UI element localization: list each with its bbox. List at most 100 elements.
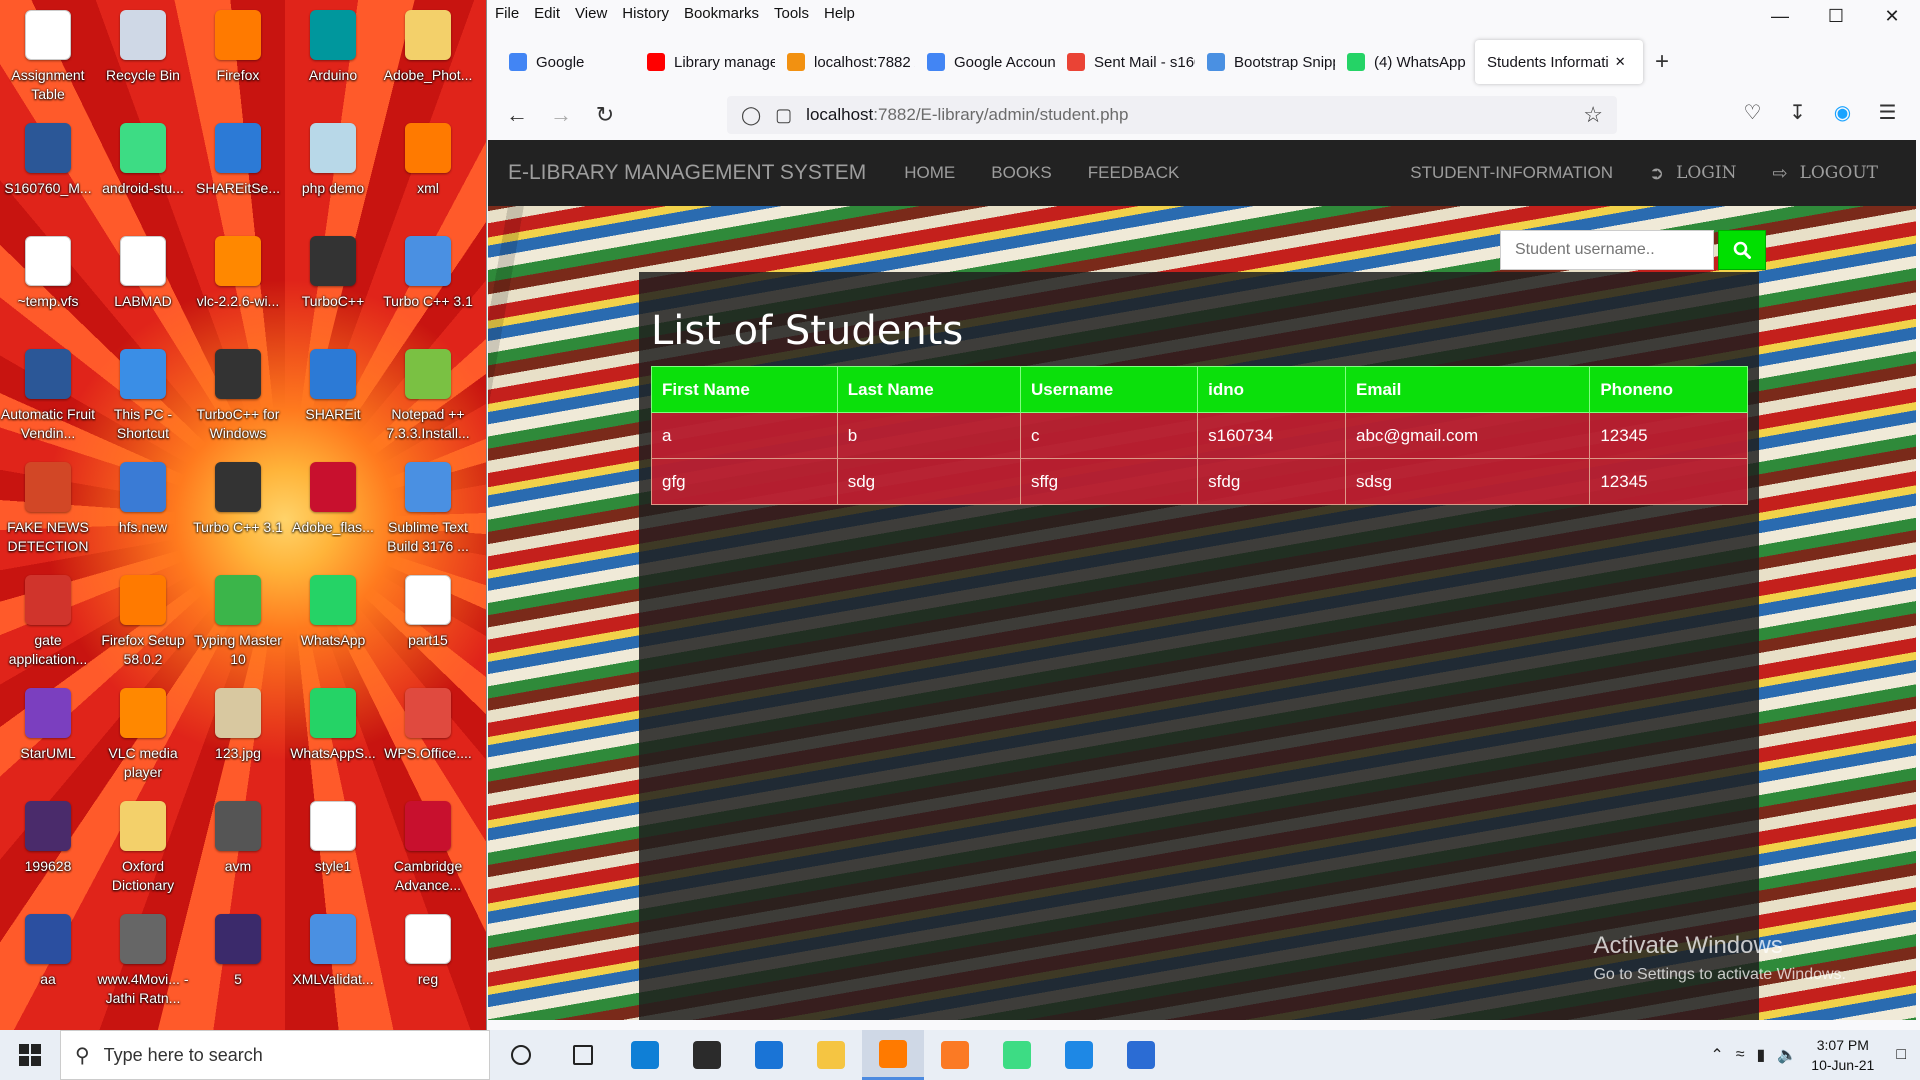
chevron-up-icon[interactable]: ⌃ xyxy=(1710,1045,1723,1065)
desktop-icon-28[interactable]: Typing Master 10 xyxy=(192,569,284,677)
tab-7[interactable]: (4) WhatsApp xyxy=(1335,40,1475,84)
nav-home[interactable]: HOME xyxy=(886,163,973,183)
taskbar-firefox[interactable] xyxy=(862,1030,924,1080)
notification-icon[interactable]: □ xyxy=(1896,1046,1906,1064)
taskbar-media[interactable] xyxy=(1048,1030,1110,1080)
desktop-icon-13[interactable]: vlc-2.2.6-wi... xyxy=(192,230,284,338)
desktop-icon-39[interactable]: style1 xyxy=(287,795,379,903)
tab-8[interactable]: Students Informati ✕ xyxy=(1475,40,1643,84)
desktop-icon-20[interactable]: Notepad ++ 7.3.3.Install... xyxy=(382,343,474,451)
bookmark-star-icon[interactable]: ☆ xyxy=(1583,102,1603,128)
taskbar-word-app[interactable] xyxy=(1110,1030,1172,1080)
desktop-icon-23[interactable]: Turbo C++ 3.1 xyxy=(192,456,284,564)
desktop-icon-42[interactable]: www.4Movi... - Jathi Ratn... xyxy=(97,908,189,1016)
desktop-icon-32[interactable]: VLC media player xyxy=(97,682,189,790)
extension-icon[interactable]: ◉ xyxy=(1820,100,1865,125)
pocket-icon[interactable]: ♡ xyxy=(1730,100,1775,125)
desktop-icon-11[interactable]: ~temp.vfs xyxy=(2,230,94,338)
forward-icon[interactable]: → xyxy=(539,97,583,133)
close-tab-icon[interactable]: ✕ xyxy=(1615,54,1626,70)
desktop-icon-37[interactable]: Oxford Dictionary xyxy=(97,795,189,903)
desktop-icon-40[interactable]: Cambridge Advance... xyxy=(382,795,474,903)
desktop-icon-21[interactable]: FAKE NEWS DETECTION xyxy=(2,456,94,564)
download-icon[interactable]: ↧ xyxy=(1775,100,1820,125)
tab-2[interactable]: Library managem xyxy=(635,40,775,84)
desktop-icon-38[interactable]: avm xyxy=(192,795,284,903)
taskbar-android-studio[interactable] xyxy=(986,1030,1048,1080)
desktop-icon-3[interactable]: Firefox xyxy=(192,4,284,112)
taskbar-edge[interactable] xyxy=(614,1030,676,1080)
menu-view[interactable]: View xyxy=(575,5,607,22)
menu-file[interactable]: File xyxy=(495,5,519,22)
volume-icon[interactable]: 🔈 xyxy=(1777,1045,1797,1065)
desktop-icon-30[interactable]: part15 xyxy=(382,569,474,677)
desktop-icon-19[interactable]: SHAREit xyxy=(287,343,379,451)
desktop-icon-41[interactable]: aa xyxy=(2,908,94,1016)
search-button[interactable] xyxy=(1718,230,1766,270)
menu-icon[interactable]: ☰ xyxy=(1865,100,1910,125)
desktop-icon-12[interactable]: LABMAD xyxy=(97,230,189,338)
back-icon[interactable]: ← xyxy=(495,97,539,133)
desktop-icon-44[interactable]: XMLValidat... xyxy=(287,908,379,1016)
taskbar-store[interactable] xyxy=(676,1030,738,1080)
desktop-icon-24[interactable]: Adobe_flas... xyxy=(287,456,379,564)
tab-4[interactable]: Google Account xyxy=(915,40,1055,84)
desktop-icon-18[interactable]: TurboC++ for Windows xyxy=(192,343,284,451)
menu-tools[interactable]: Tools xyxy=(774,5,809,22)
page-info-icon[interactable]: ▢ xyxy=(775,105,792,126)
desktop-icon-15[interactable]: Turbo C++ 3.1 xyxy=(382,230,474,338)
desktop-icon-14[interactable]: TurboC++ xyxy=(287,230,379,338)
taskbar-file-explorer[interactable] xyxy=(800,1030,862,1080)
site-brand[interactable]: E-LIBRARY MANAGEMENT SYSTEM xyxy=(508,161,866,185)
desktop-icon-8[interactable]: SHAREitSe... xyxy=(192,117,284,225)
desktop-icon-25[interactable]: Sublime Text Build 3176 ... xyxy=(382,456,474,564)
url-bar[interactable]: ◯ ▢ localhost:7882/E-library/admin/stude… xyxy=(727,96,1617,134)
minimize-icon[interactable]: — xyxy=(1752,0,1808,32)
desktop-icon-16[interactable]: Automatic Fruit Vendin... xyxy=(1,343,95,451)
wifi-icon[interactable]: ≈ xyxy=(1736,1046,1745,1064)
desktop-icon-33[interactable]: 123.jpg xyxy=(192,682,284,790)
menu-history[interactable]: History xyxy=(622,5,669,22)
maximize-icon[interactable]: ☐ xyxy=(1808,0,1864,32)
taskbar-search[interactable]: ⚲ Type here to search xyxy=(60,1030,490,1080)
desktop-icon-7[interactable]: android-stu... xyxy=(97,117,189,225)
desktop-icon-4[interactable]: Arduino xyxy=(287,4,379,112)
nav-student-information[interactable]: STUDENT-INFORMATION xyxy=(1392,163,1631,183)
tab-6[interactable]: Bootstrap Snippe xyxy=(1195,40,1335,84)
desktop-icon-26[interactable]: gate application... xyxy=(2,569,94,677)
desktop-icon-6[interactable]: S160760_M... xyxy=(2,117,94,225)
desktop-icon-34[interactable]: WhatsAppS... xyxy=(287,682,379,790)
tab-1[interactable]: Google xyxy=(497,40,635,84)
desktop-icon-9[interactable]: php demo xyxy=(287,117,379,225)
taskbar-xampp[interactable] xyxy=(924,1030,986,1080)
nav-books[interactable]: BOOKS xyxy=(973,163,1069,183)
taskbar-cortana[interactable] xyxy=(490,1030,552,1080)
desktop-icon-36[interactable]: 199628 xyxy=(2,795,94,903)
desktop-icon-17[interactable]: This PC - Shortcut xyxy=(97,343,189,451)
close-icon[interactable]: ✕ xyxy=(1864,0,1920,32)
start-button[interactable] xyxy=(0,1030,60,1080)
tab-5[interactable]: Sent Mail - s1607 xyxy=(1055,40,1195,84)
desktop-icon-43[interactable]: 5 xyxy=(192,908,284,1016)
menu-bookmarks[interactable]: Bookmarks xyxy=(684,5,759,22)
desktop-icon-31[interactable]: StarUML xyxy=(2,682,94,790)
tab-3[interactable]: localhost:7882 / 1 xyxy=(775,40,915,84)
desktop-icon-2[interactable]: Recycle Bin xyxy=(97,4,189,112)
desktop-icon-27[interactable]: Firefox Setup 58.0.2 xyxy=(97,569,189,677)
clock[interactable]: 3:07 PM 10-Jun-21 xyxy=(1811,1035,1874,1075)
desktop-icon-1[interactable]: Assignment Table xyxy=(2,4,94,112)
taskbar-mail[interactable] xyxy=(738,1030,800,1080)
menu-help[interactable]: Help xyxy=(824,5,855,22)
shield-icon[interactable]: ◯ xyxy=(741,105,761,126)
url-text[interactable]: localhost:7882/E-library/admin/student.p… xyxy=(806,105,1128,125)
new-tab-icon[interactable]: + xyxy=(1655,48,1669,76)
student-search-input[interactable] xyxy=(1500,230,1714,270)
taskbar-task-view[interactable] xyxy=(552,1030,614,1080)
desktop-icon-22[interactable]: hfs.new xyxy=(97,456,189,564)
reload-icon[interactable]: ↻ xyxy=(583,97,627,133)
desktop-icon-35[interactable]: WPS.Office.... xyxy=(382,682,474,790)
battery-icon[interactable]: ▮ xyxy=(1757,1045,1766,1065)
nav-login[interactable]: ➲ LOGIN xyxy=(1631,163,1755,184)
nav-feedback[interactable]: FEEDBACK xyxy=(1070,163,1198,183)
desktop-icon-45[interactable]: reg xyxy=(382,908,474,1016)
